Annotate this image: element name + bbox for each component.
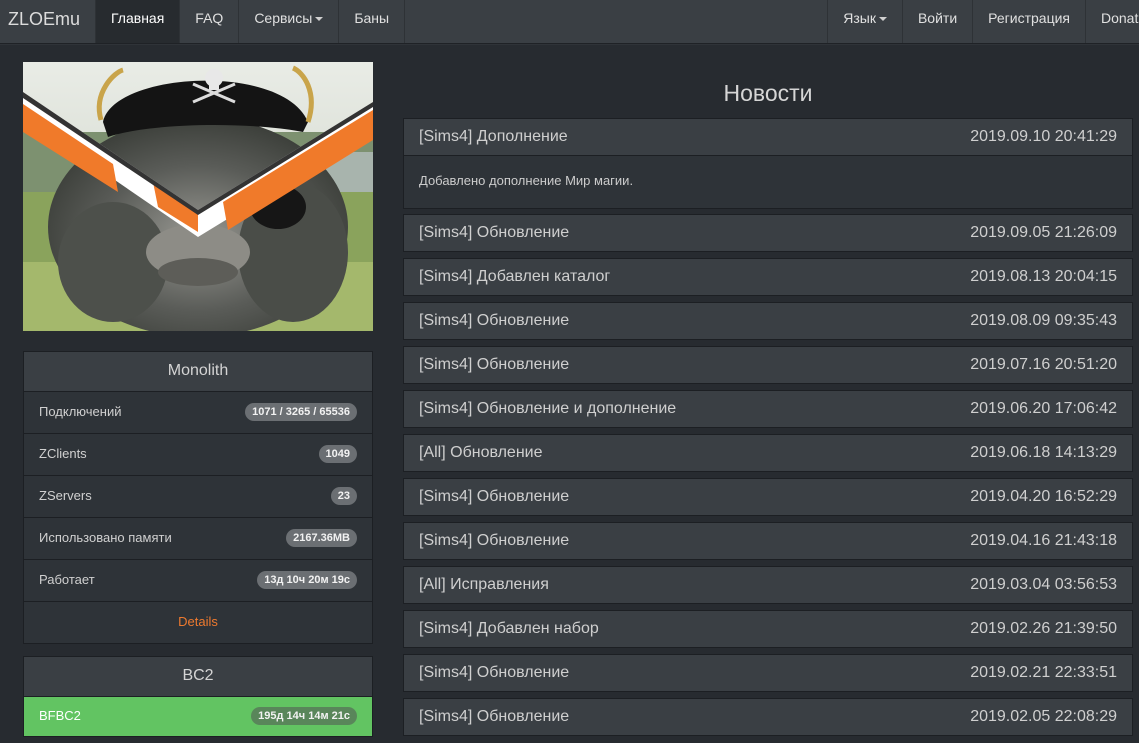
bc2-panel: BC2 BFBC2 195д 14ч 14м 21с bbox=[23, 656, 373, 737]
stat-label: Использовано памяти bbox=[39, 530, 172, 545]
nav-home[interactable]: Главная bbox=[95, 0, 180, 43]
nav-left-menu: Главная FAQ Сервисы Баны bbox=[95, 0, 406, 43]
news-date: 2019.08.13 20:04:15 bbox=[970, 268, 1117, 285]
news-item-header[interactable]: [Sims4] Обновление 2019.02.05 22:08:29 bbox=[404, 699, 1132, 735]
news-title: [Sims4] Обновление bbox=[419, 708, 570, 725]
stat-badge: 13д 10ч 20м 19с bbox=[257, 571, 357, 589]
news-heading: Новости bbox=[723, 80, 813, 106]
news-item[interactable]: [Sims4] Добавлен набор 2019.02.26 21:39:5… bbox=[403, 610, 1133, 648]
news-item-header[interactable]: [Sims4] Обновление и дополнение 2019.06.2… bbox=[404, 391, 1132, 427]
site-mascot-image bbox=[23, 62, 373, 331]
nav-language-label: Язык bbox=[843, 10, 876, 26]
news-item-header[interactable]: [All] Исправления 2019.03.04 03:56:53 bbox=[404, 567, 1132, 603]
news-date: 2019.02.21 22:33:51 bbox=[970, 664, 1117, 681]
stat-badge: 1049 bbox=[318, 445, 357, 463]
news-date: 2019.04.20 16:52:29 bbox=[970, 488, 1117, 505]
stat-label: ZServers bbox=[39, 488, 92, 503]
bc2-panel-title: BC2 bbox=[24, 657, 372, 697]
top-navbar: ZLOEmu Главная FAQ Сервисы Баны Язык Вой… bbox=[0, 0, 1139, 44]
nav-language-dropdown[interactable]: Язык bbox=[827, 0, 902, 43]
news-title: [Sims4] Обновление bbox=[419, 488, 570, 505]
stat-badge: 2167.36MB bbox=[286, 529, 357, 547]
nav-faq[interactable]: FAQ bbox=[179, 0, 238, 43]
stat-row-zclients: ZClients 1049 bbox=[24, 434, 372, 476]
news-date: 2019.03.04 03:56:53 bbox=[970, 576, 1117, 593]
news-item-header[interactable]: [Sims4] Обновление 2019.08.09 09:35:43 bbox=[404, 303, 1132, 339]
nav-services-label: Сервисы bbox=[254, 10, 313, 26]
news-item[interactable]: [Sims4] Обновление 2019.02.05 22:08:29 bbox=[403, 698, 1133, 736]
chevron-down-icon bbox=[878, 17, 887, 22]
stat-label: ZClients bbox=[39, 446, 87, 461]
news-item[interactable]: [Sims4] Обновление 2019.08.09 09:35:43 bbox=[403, 302, 1133, 340]
stat-label: Подключений bbox=[39, 404, 122, 419]
news-date: 2019.04.16 21:43:18 bbox=[970, 532, 1117, 549]
news-title: [Sims4] Дополнение bbox=[419, 128, 568, 145]
details-link[interactable]: Details bbox=[24, 602, 372, 643]
news-date: 2019.08.09 09:35:43 bbox=[970, 312, 1117, 329]
news-title: [All] Исправления bbox=[419, 576, 549, 593]
news-title: [Sims4] Обновление bbox=[419, 224, 570, 241]
stat-row-zservers: ZServers 23 bbox=[24, 476, 372, 518]
news-date: 2019.09.05 21:26:09 bbox=[970, 224, 1117, 241]
news-title: [Sims4] Обновление и дополнение bbox=[419, 400, 677, 417]
news-title: [All] Обновление bbox=[419, 444, 543, 461]
news-date: 2019.07.16 20:51:20 bbox=[970, 356, 1117, 373]
news-item-header[interactable]: [Sims4] Добавлен каталог 2019.08.13 20:04… bbox=[404, 259, 1132, 295]
news-title: [Sims4] Обновление bbox=[419, 664, 570, 681]
nav-login[interactable]: Войти bbox=[901, 0, 972, 43]
news-item-header[interactable]: [Sims4] Добавлен набор 2019.02.26 21:39:5… bbox=[404, 611, 1132, 647]
news-item-header[interactable]: [Sims4] Обновление 2019.02.21 22:33:51 bbox=[404, 655, 1132, 691]
stat-row-memory: Использовано памяти 2167.36MB bbox=[24, 518, 372, 560]
news-title: [Sims4] Добавлен каталог bbox=[419, 268, 611, 285]
news-item[interactable]: [Sims4] Обновление 2019.02.21 22:33:51 bbox=[403, 654, 1133, 692]
news-date: 2019.02.26 21:39:50 bbox=[970, 620, 1117, 637]
monolith-panel-title: Monolith bbox=[24, 352, 372, 392]
server-label: BFBC2 bbox=[39, 708, 81, 723]
news-list: [Sims4] Дополнение 2019.09.10 20:41:29 Д… bbox=[403, 118, 1133, 742]
news-item[interactable]: [Sims4] Добавлен каталог 2019.08.13 20:04… bbox=[403, 258, 1133, 296]
stat-badge: 23 bbox=[330, 487, 357, 505]
nav-bans[interactable]: Баны bbox=[338, 0, 406, 43]
news-body: Добавлено дополнение Мир магии. bbox=[404, 155, 1132, 208]
news-date: 2019.06.20 17:06:42 bbox=[970, 400, 1117, 417]
news-item[interactable]: [Sims4] Дополнение 2019.09.10 20:41:29 Д… bbox=[403, 118, 1133, 209]
news-title: [Sims4] Обновление bbox=[419, 356, 570, 373]
news-item[interactable]: [All] Обновление 2019.06.18 14:13:29 bbox=[403, 434, 1133, 472]
stat-row-connections: Подключений 1071 / 3265 / 65536 bbox=[24, 392, 372, 434]
stat-badge: 1071 / 3265 / 65536 bbox=[245, 403, 357, 421]
news-item-header[interactable]: [Sims4] Обновление 2019.07.16 20:51:20 bbox=[404, 347, 1132, 383]
news-title: [Sims4] Обновление bbox=[419, 532, 570, 549]
brand-logo-link[interactable]: ZLOEmu bbox=[0, 0, 95, 43]
news-title: [Sims4] Обновление bbox=[419, 312, 570, 329]
nav-register[interactable]: Регистрация bbox=[972, 0, 1085, 43]
news-item-header[interactable]: [Sims4] Обновление 2019.09.05 21:26:09 bbox=[404, 215, 1132, 251]
news-date: 2019.02.05 22:08:29 bbox=[970, 708, 1117, 725]
news-title: [Sims4] Добавлен набор bbox=[419, 620, 599, 637]
news-item-header[interactable]: [Sims4] Обновление 2019.04.16 21:43:18 bbox=[404, 523, 1132, 559]
news-item[interactable]: [All] Исправления 2019.03.04 03:56:53 bbox=[403, 566, 1133, 604]
server-row-bfbc2: BFBC2 195д 14ч 14м 21с bbox=[24, 697, 372, 736]
news-item[interactable]: [Sims4] Обновление 2019.04.20 16:52:29 bbox=[403, 478, 1133, 516]
news-date: 2019.06.18 14:13:29 bbox=[970, 444, 1117, 461]
nav-services-dropdown[interactable]: Сервисы bbox=[238, 0, 338, 43]
news-item-header[interactable]: [Sims4] Обновление 2019.04.20 16:52:29 bbox=[404, 479, 1132, 515]
pirate-emu-illustration bbox=[23, 62, 373, 331]
news-date: 2019.09.10 20:41:29 bbox=[970, 128, 1117, 145]
stat-row-uptime: Работает 13д 10ч 20м 19с bbox=[24, 560, 372, 602]
news-item-header[interactable]: [Sims4] Дополнение 2019.09.10 20:41:29 bbox=[404, 119, 1132, 155]
news-item[interactable]: [Sims4] Обновление 2019.04.16 21:43:18 bbox=[403, 522, 1133, 560]
news-item[interactable]: [Sims4] Обновление 2019.09.05 21:26:09 bbox=[403, 214, 1133, 252]
monolith-panel: Monolith Подключений 1071 / 3265 / 65536… bbox=[23, 351, 373, 644]
uptime-badge: 195д 14ч 14м 21с bbox=[251, 707, 357, 725]
chevron-down-icon bbox=[315, 17, 324, 22]
news-item[interactable]: [Sims4] Обновление и дополнение 2019.06.2… bbox=[403, 390, 1133, 428]
news-item[interactable]: [Sims4] Обновление 2019.07.16 20:51:20 bbox=[403, 346, 1133, 384]
news-item-header[interactable]: [All] Обновление 2019.06.18 14:13:29 bbox=[404, 435, 1132, 471]
nav-donate[interactable]: Donat bbox=[1085, 0, 1139, 43]
stat-label: Работает bbox=[39, 572, 95, 587]
nav-right-menu: Язык Войти Регистрация Donat bbox=[827, 0, 1139, 43]
